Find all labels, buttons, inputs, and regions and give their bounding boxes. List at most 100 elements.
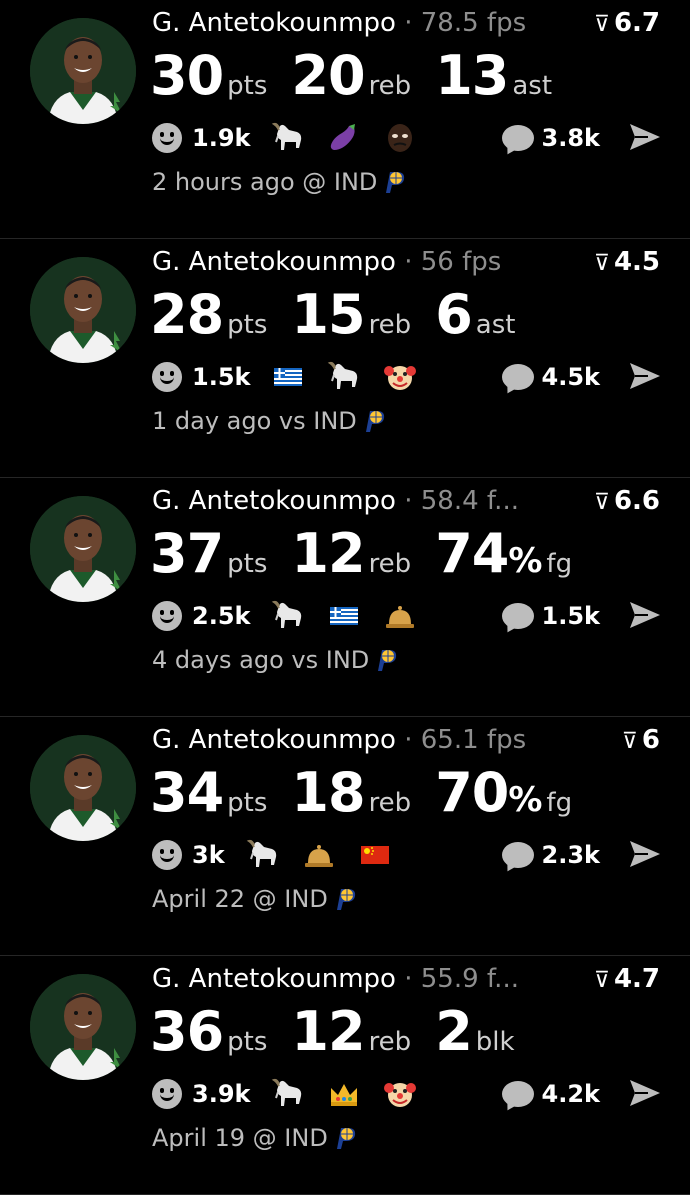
clown-emoji[interactable] bbox=[380, 359, 420, 395]
bell-emoji[interactable] bbox=[299, 837, 339, 873]
share-icon[interactable] bbox=[628, 600, 662, 630]
player-name[interactable]: G. Antetokounmpo · 58.4 f... bbox=[152, 486, 519, 516]
pacers-logo-icon bbox=[378, 650, 397, 671]
player-name[interactable]: G. Antetokounmpo · 56 fps bbox=[152, 247, 501, 277]
percent-sign: % bbox=[508, 541, 543, 581]
fps-label: · 58.4 f... bbox=[404, 486, 519, 516]
rating-arrow-icon: ⊽ bbox=[593, 251, 610, 276]
game-meta: 2 hours ago @ IND bbox=[152, 168, 407, 196]
reaction-smile-icon[interactable] bbox=[152, 123, 182, 153]
player-name[interactable]: G. Antetokounmpo · 78.5 fps bbox=[152, 8, 526, 38]
china-flag-emoji[interactable] bbox=[355, 837, 395, 873]
fps-label: · 78.5 fps bbox=[404, 8, 527, 38]
goat-emoji[interactable] bbox=[324, 359, 364, 395]
stat-blk: 2 blk bbox=[435, 1000, 514, 1063]
reactions-row[interactable]: 1.5k bbox=[152, 357, 436, 397]
reaction-smile-icon[interactable] bbox=[152, 840, 182, 870]
goat-emoji[interactable] bbox=[243, 837, 283, 873]
comment-icon[interactable] bbox=[501, 842, 534, 868]
stat-value: 34 bbox=[150, 761, 224, 824]
comments[interactable]: 3.8k bbox=[501, 118, 600, 158]
stat-reb: 12 reb bbox=[291, 522, 411, 585]
stat-pts: 28 pts bbox=[150, 283, 267, 346]
stat-reb: 12 reb bbox=[291, 1000, 411, 1063]
game-time-opponent: April 22 @ IND bbox=[152, 885, 328, 913]
goat-emoji[interactable] bbox=[268, 1076, 308, 1112]
avatar[interactable] bbox=[30, 18, 136, 124]
comments[interactable]: 1.5k bbox=[501, 596, 600, 636]
reaction-smile-icon[interactable] bbox=[152, 1079, 182, 1109]
stat-value: 74 bbox=[435, 522, 509, 585]
goat-emoji[interactable] bbox=[268, 120, 308, 156]
reactions-row[interactable]: 1.9k bbox=[152, 118, 436, 158]
face-emoji[interactable] bbox=[380, 120, 420, 156]
share-icon[interactable] bbox=[628, 361, 662, 391]
reactions-row[interactable]: 3k bbox=[152, 835, 411, 875]
stat-unit: fg bbox=[546, 788, 573, 818]
stat-ast: 6 ast bbox=[435, 283, 515, 346]
game-time-opponent: 1 day ago vs IND bbox=[152, 407, 357, 435]
stat-unit: reb bbox=[368, 549, 412, 579]
comment-icon[interactable] bbox=[501, 603, 534, 629]
post-card[interactable]: G. Antetokounmpo · 65.1 fps ⊽ 6 34 pts 18 re… bbox=[0, 717, 690, 956]
post-card[interactable]: G. Antetokounmpo · 58.4 f... ⊽ 6.6 37 pts 1… bbox=[0, 478, 690, 717]
game-meta: April 19 @ IND bbox=[152, 1124, 358, 1152]
rating-value: 6.7 bbox=[613, 8, 660, 38]
eggplant-emoji[interactable] bbox=[324, 120, 364, 156]
comments[interactable]: 4.5k bbox=[501, 357, 600, 397]
comment-count: 4.2k bbox=[541, 1080, 600, 1108]
post-card[interactable]: G. Antetokounmpo · 56 fps ⊽ 4.5 28 pts 15 re… bbox=[0, 239, 690, 478]
rating: ⊽ 6 bbox=[622, 725, 660, 755]
player-name[interactable]: G. Antetokounmpo · 65.1 fps bbox=[152, 725, 526, 755]
comment-icon[interactable] bbox=[501, 364, 534, 390]
stat-pts: 36 pts bbox=[150, 1000, 267, 1063]
stat-value: 2 bbox=[435, 1000, 473, 1063]
rating-value: 4.5 bbox=[613, 247, 660, 277]
stat-value: 12 bbox=[291, 522, 365, 585]
player-name-text: G. Antetokounmpo bbox=[152, 8, 396, 38]
stat-value: 6 bbox=[435, 283, 473, 346]
reaction-count: 1.9k bbox=[192, 124, 251, 152]
game-time-opponent: April 19 @ IND bbox=[152, 1124, 328, 1152]
comments[interactable]: 4.2k bbox=[501, 1074, 600, 1114]
rating-arrow-icon: ⊽ bbox=[593, 12, 610, 37]
reactions-row[interactable]: 2.5k bbox=[152, 596, 436, 636]
rating-value: 6 bbox=[641, 725, 660, 755]
fps-label: · 55.9 f... bbox=[404, 964, 519, 994]
stat-value: 12 bbox=[291, 1000, 365, 1063]
bell-emoji[interactable] bbox=[380, 598, 420, 634]
pacers-logo-icon bbox=[336, 889, 355, 910]
rating-value: 6.6 bbox=[613, 486, 660, 516]
stat-unit: ast bbox=[475, 310, 516, 340]
player-name[interactable]: G. Antetokounmpo · 55.9 f... bbox=[152, 964, 519, 994]
stat-line: 28 pts 15 reb 6 ast bbox=[150, 283, 539, 346]
avatar[interactable] bbox=[30, 257, 136, 363]
post-card[interactable]: G. Antetokounmpo · 55.9 f... ⊽ 4.7 36 pts 1… bbox=[0, 956, 690, 1195]
comment-icon[interactable] bbox=[501, 125, 534, 151]
clown-emoji[interactable] bbox=[380, 1076, 420, 1112]
avatar[interactable] bbox=[30, 496, 136, 602]
stat-unit: pts bbox=[227, 549, 268, 579]
avatar[interactable] bbox=[30, 735, 136, 841]
reaction-smile-icon[interactable] bbox=[152, 601, 182, 631]
stat-value: 15 bbox=[291, 283, 365, 346]
greece-flag-emoji[interactable] bbox=[324, 598, 364, 634]
avatar[interactable] bbox=[30, 974, 136, 1080]
post-card[interactable]: G. Antetokounmpo · 78.5 fps ⊽ 6.7 30 pts 20… bbox=[0, 0, 690, 239]
share-icon[interactable] bbox=[628, 122, 662, 152]
fps-label: · 56 fps bbox=[404, 247, 502, 277]
goat-emoji[interactable] bbox=[268, 598, 308, 634]
crown-emoji[interactable] bbox=[324, 1076, 364, 1112]
share-icon[interactable] bbox=[628, 1078, 662, 1108]
stat-reb: 15 reb bbox=[291, 283, 411, 346]
stat-unit: pts bbox=[227, 788, 268, 818]
share-icon[interactable] bbox=[628, 839, 662, 869]
stat-ast: 13 ast bbox=[435, 44, 552, 107]
reaction-count: 2.5k bbox=[192, 602, 251, 630]
greece-flag-emoji[interactable] bbox=[268, 359, 308, 395]
comment-icon[interactable] bbox=[501, 1081, 534, 1107]
comments[interactable]: 2.3k bbox=[501, 835, 600, 875]
reaction-smile-icon[interactable] bbox=[152, 362, 182, 392]
reactions-row[interactable]: 3.9k bbox=[152, 1074, 436, 1114]
fps-label: · 65.1 fps bbox=[404, 725, 527, 755]
